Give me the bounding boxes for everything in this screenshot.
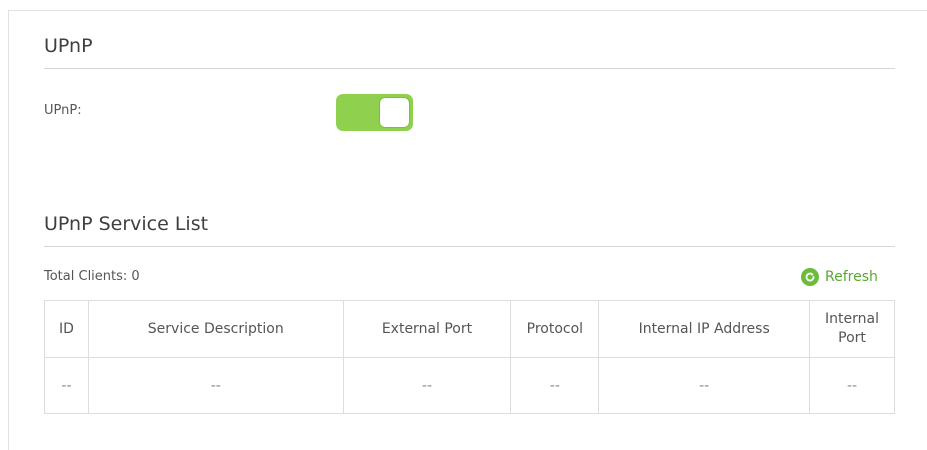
table-cell-id: -- bbox=[44, 357, 89, 414]
upnp-toggle[interactable] bbox=[336, 94, 413, 131]
column-header-protocol: Protocol bbox=[510, 300, 600, 358]
column-header-internal-port: Internal Port bbox=[809, 300, 895, 358]
upnp-field-label: UPnP: bbox=[44, 103, 82, 118]
table-row: -- -- -- -- -- -- bbox=[44, 357, 895, 414]
toggle-knob bbox=[379, 97, 410, 128]
column-header-external-port: External Port bbox=[342, 300, 512, 358]
total-clients-label: Total Clients: 0 bbox=[44, 269, 140, 284]
refresh-label: Refresh bbox=[825, 269, 878, 285]
service-table-container: ID Service Description External Port Pro… bbox=[44, 300, 895, 414]
upnp-section-title: UPnP bbox=[44, 35, 93, 57]
table-cell-internal-port: -- bbox=[809, 357, 895, 414]
refresh-icon bbox=[801, 268, 819, 286]
table-cell-protocol: -- bbox=[510, 357, 600, 414]
refresh-button[interactable]: Refresh bbox=[801, 267, 878, 287]
column-header-id: ID bbox=[44, 300, 89, 358]
upnp-section-divider bbox=[44, 68, 895, 69]
table-cell-service-description: -- bbox=[87, 357, 344, 414]
table-cell-internal-ip-address: -- bbox=[598, 357, 811, 414]
service-list-title: UPnP Service List bbox=[44, 213, 209, 235]
table-header-row: ID Service Description External Port Pro… bbox=[44, 300, 895, 358]
column-header-internal-ip-address: Internal IP Address bbox=[598, 300, 811, 358]
upnp-panel: UPnP UPnP: UPnP Service List Total Clien… bbox=[8, 10, 927, 450]
column-header-service-description: Service Description bbox=[87, 300, 344, 358]
service-list-divider bbox=[44, 246, 895, 247]
service-table: ID Service Description External Port Pro… bbox=[44, 300, 895, 414]
table-cell-external-port: -- bbox=[342, 357, 512, 414]
